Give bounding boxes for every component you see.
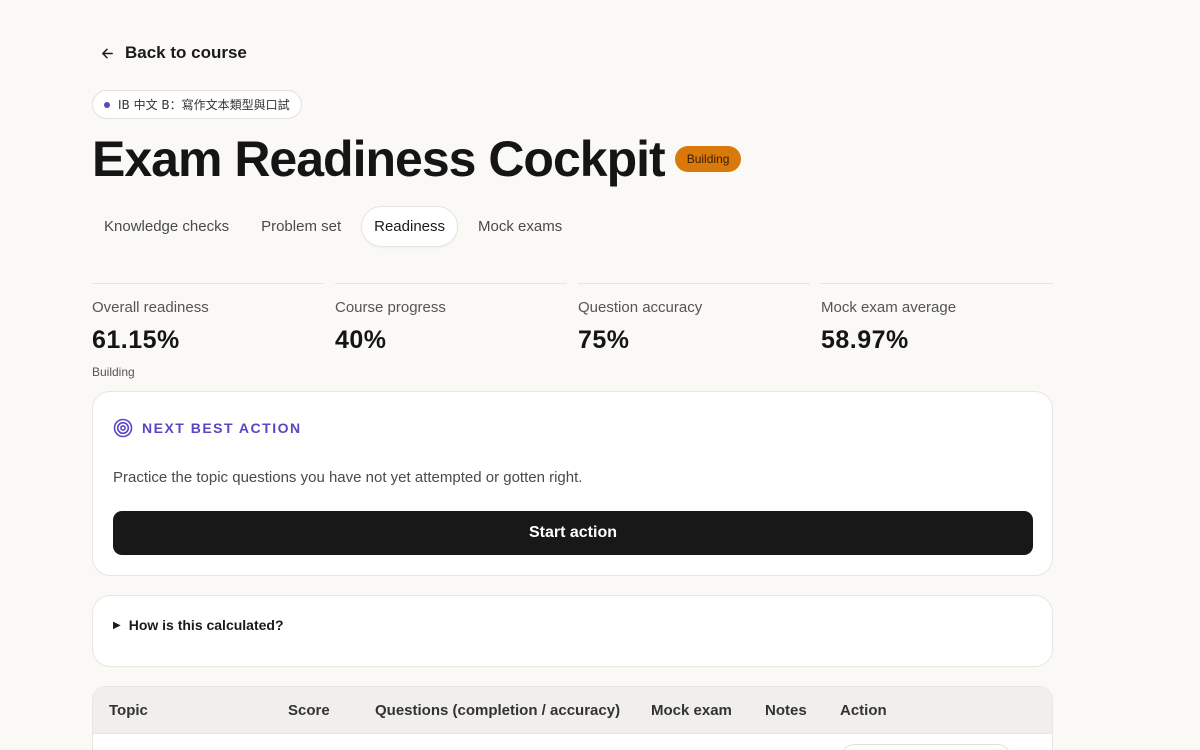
calculation-toggle[interactable]: ▶ How is this calculated? <box>113 617 284 633</box>
course-chip: IB 中文 B：寫作文本類型與口試 <box>92 90 302 119</box>
tab-knowledge-checks[interactable]: Knowledge checks <box>92 206 241 247</box>
stat-value: 75% <box>578 326 630 354</box>
tab-bar: Knowledge checks Problem set Readiness M… <box>92 206 574 247</box>
title-row: Exam Readiness Cockpit Building <box>92 128 742 190</box>
tab-problem-set[interactable]: Problem set <box>249 206 353 247</box>
stat-label: Overall readiness <box>92 299 209 316</box>
column-header-score: Score <box>288 702 330 719</box>
next-best-action-description: Practice the topic questions you have no… <box>113 469 583 486</box>
column-header-questions: Questions (completion / accuracy) <box>375 702 621 719</box>
readiness-page: Back to course IB 中文 B：寫作文本類型與口試 Exam Re… <box>0 0 1200 750</box>
next-best-action-card: NEXT BEST ACTION Practice the topic ques… <box>92 391 1053 576</box>
topics-table: Topic Score Questions (completion / accu… <box>92 686 1053 750</box>
column-header-action: Action <box>840 702 887 719</box>
target-icon <box>113 418 133 438</box>
stat-sublabel: Building <box>92 365 135 379</box>
back-link-label: Back to course <box>125 43 247 62</box>
table-header-row: Topic Score Questions (completion / accu… <box>93 687 1052 734</box>
calculation-summary-label: How is this calculated? <box>128 617 284 633</box>
column-header-notes: Notes <box>765 702 807 719</box>
column-header-topic: Topic <box>109 702 148 719</box>
start-action-button[interactable]: Start action <box>113 511 1033 555</box>
stats-row: Overall readiness 61.15% Building Course… <box>92 283 1053 379</box>
next-best-action-title: NEXT BEST ACTION <box>142 420 302 436</box>
status-badge: Building <box>674 146 742 172</box>
stat-overall-readiness: Overall readiness 61.15% Building <box>92 283 324 379</box>
page-title: Exam Readiness Cockpit <box>92 131 666 187</box>
stat-value: 61.15% <box>92 326 180 354</box>
tab-readiness[interactable]: Readiness <box>361 206 459 247</box>
stat-label: Mock exam average <box>821 299 957 316</box>
stat-question-accuracy: Question accuracy 75% <box>578 283 810 379</box>
calculation-details: ▶ How is this calculated? <box>92 595 1053 667</box>
course-chip-label: IB 中文 B：寫作文本類型與口試 <box>118 98 290 112</box>
stat-label: Course progress <box>335 299 446 316</box>
course-dot-icon <box>104 101 110 108</box>
next-best-action-header: NEXT BEST ACTION <box>113 418 302 438</box>
arrow-left-icon <box>102 48 113 58</box>
stat-label: Question accuracy <box>578 299 703 316</box>
column-header-mock-exam: Mock exam <box>651 702 732 719</box>
back-to-course-link[interactable]: Back to course <box>100 43 247 63</box>
stat-course-progress: Course progress 40% <box>335 283 567 379</box>
row-action-button[interactable] <box>840 744 1012 750</box>
stat-value: 58.97% <box>821 326 909 354</box>
tab-mock-exams[interactable]: Mock exams <box>466 206 574 247</box>
disclosure-triangle-icon: ▶ <box>113 619 121 631</box>
stat-mock-exam-average: Mock exam average 58.97% <box>821 283 1053 379</box>
stat-value: 40% <box>335 326 387 354</box>
